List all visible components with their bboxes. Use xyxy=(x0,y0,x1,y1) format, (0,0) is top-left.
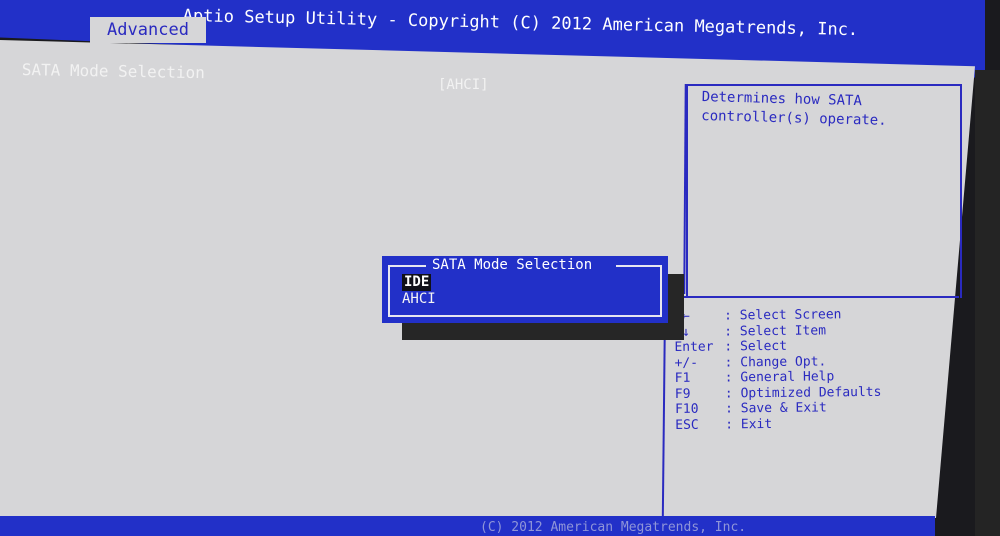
popup-frame-top-right xyxy=(616,265,662,267)
key-row-exit: ESC: Exit xyxy=(675,416,773,433)
key-row-defaults: F9: Optimized Defaults xyxy=(674,384,882,402)
key-legend: →←: Select Screen ↑↓: Select Item Enter:… xyxy=(674,307,882,433)
key-f10: F10 xyxy=(674,401,699,417)
help-description-text: Determines how SATA controller(s) operat… xyxy=(701,88,887,129)
tab-advanced[interactable]: Advanced xyxy=(90,17,206,43)
key-plus-minus: +/- xyxy=(674,355,699,371)
key-enter: Enter xyxy=(674,339,714,355)
popup-option-ahci[interactable]: AHCI xyxy=(402,291,436,308)
footer-copyright: (C) 2012 American Megatrends, Inc. xyxy=(480,520,747,535)
key-esc: ESC xyxy=(675,417,699,433)
keys-divider-horizontal xyxy=(664,296,959,298)
footer-bar: (C) 2012 American Megatrends, Inc. xyxy=(0,516,935,536)
popup-option-ide[interactable]: IDE xyxy=(402,274,432,291)
key-f9: F9 xyxy=(674,386,691,402)
sata-mode-popup: SATA Mode Selection IDE AHCI xyxy=(382,256,668,323)
help-description: Determines how SATA controller(s) operat… xyxy=(701,88,902,131)
sata-mode-selection-value[interactable]: [AHCI] xyxy=(438,77,489,93)
sata-mode-selection-label[interactable]: SATA Mode Selection xyxy=(22,60,205,82)
popup-title: SATA Mode Selection xyxy=(432,257,593,273)
key-f1: F1 xyxy=(674,370,691,386)
bios-screen: Aptio Setup Utility - Copyright (C) 2012… xyxy=(0,0,1000,536)
monitor-bezel xyxy=(975,70,1000,536)
popup-frame-top-left xyxy=(388,265,426,267)
